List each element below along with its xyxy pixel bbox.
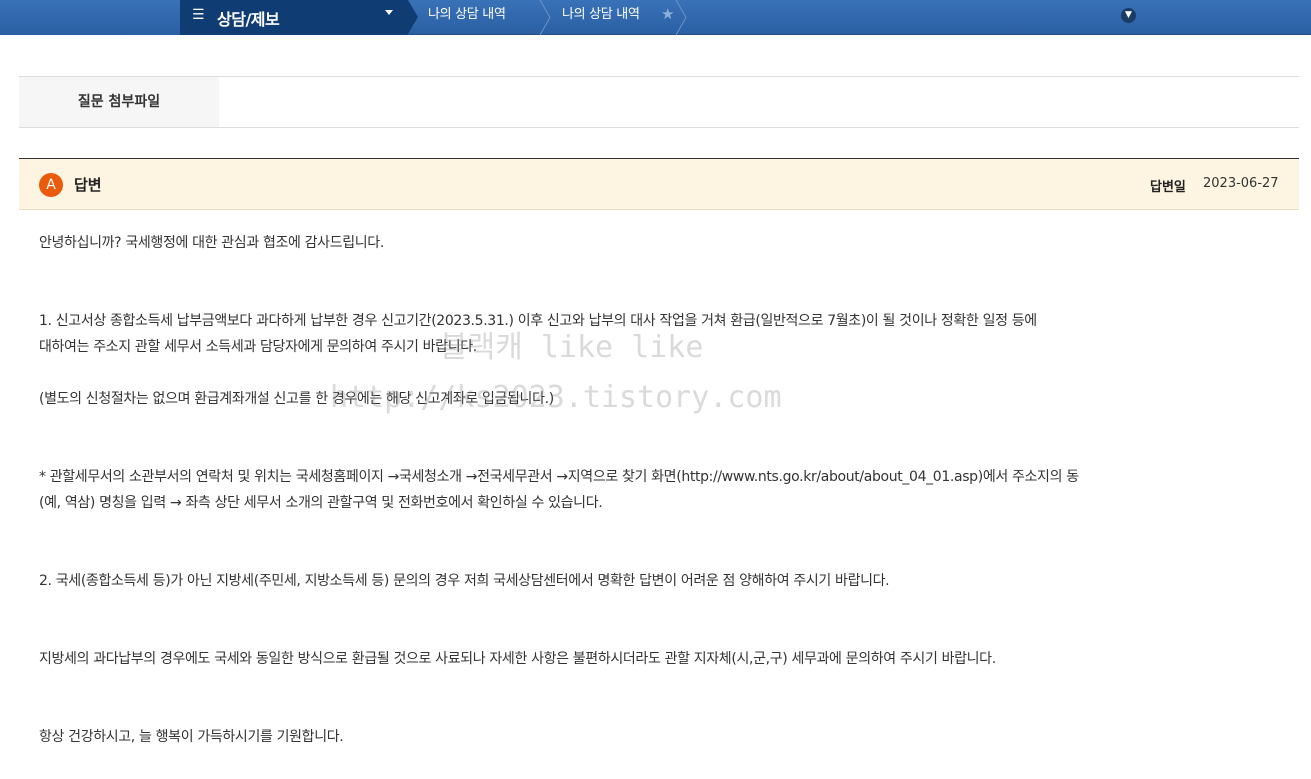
answer-paragraph-2-line-2: (예, 역삼) 명칭을 입력 → 좌측 상단 세무서 소개의 관할구역 및 전화… <box>39 495 603 511</box>
attachment-label: 질문 첨부파일 <box>19 77 219 127</box>
breadcrumb-2[interactable]: 나의 상담 내역 <box>562 0 640 35</box>
chevron-down-icon[interactable]: ▼ <box>1121 8 1136 23</box>
answer-paragraph-2-line-1: * 관할세무서의 소관부서의 연락처 및 위치는 국세청홈페이지 →국세청소개 … <box>39 469 1079 485</box>
answer-date: 2023-06-27 <box>1203 176 1279 191</box>
answer-greeting: 안녕하십니까? 국세행정에 대한 관심과 협조에 감사드립니다. <box>39 235 384 251</box>
answer-paragraph-3: 2. 국세(종합소득세 등)가 아닌 지방세(주민세, 지방소득세 등) 문의의… <box>39 573 890 589</box>
answer-closing: 항상 건강하시고, 늘 행복이 가득하시기를 기원합니다. <box>39 729 344 745</box>
breadcrumb-separator <box>674 0 688 35</box>
caret-down-icon[interactable] <box>385 10 393 15</box>
top-navigation-bar: ☰ 상담/제보 나의 상담 내역 나의 상담 내역 ★ ▼ <box>0 0 1311 35</box>
answer-paragraph-4: 지방세의 과다납부의 경우에도 국세와 동일한 방식으로 환급될 것으로 사료되… <box>39 651 996 667</box>
attachment-row: 질문 첨부파일 <box>19 76 1299 128</box>
answer-date-label: 답변일 <box>1150 180 1186 195</box>
menu-title: 상담/제보 <box>217 10 280 29</box>
answer-badge-icon: A <box>39 173 63 197</box>
watermark-line-1: 블랙캐 like like <box>440 330 704 365</box>
nav-left-area <box>0 0 180 35</box>
breadcrumb-1[interactable]: 나의 상담 내역 <box>428 0 506 35</box>
star-icon[interactable]: ★ <box>661 5 674 23</box>
breadcrumb-separator <box>538 0 552 35</box>
answer-header: A 답변 답변일 2023-06-27 <box>19 158 1299 210</box>
answer-title: 답변 <box>74 176 102 194</box>
hamburger-icon[interactable]: ☰ <box>192 7 205 23</box>
watermark-line-2: http://ks2023.tistory.com <box>330 380 782 415</box>
menu-dropdown[interactable]: ☰ 상담/제보 <box>180 0 408 35</box>
menu-arrow-shape <box>408 0 418 34</box>
